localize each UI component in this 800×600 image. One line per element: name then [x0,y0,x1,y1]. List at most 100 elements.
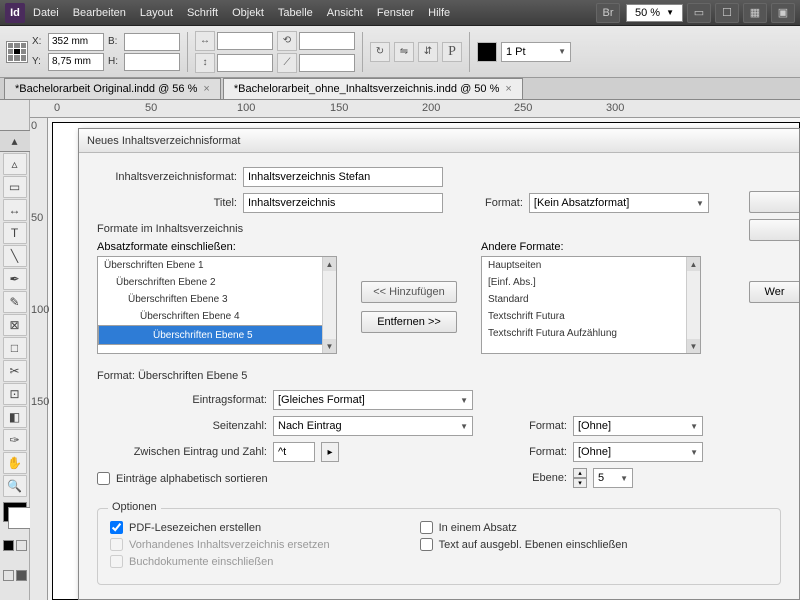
eyedropper-tool[interactable]: ✑ [3,429,27,451]
tab-bachelorarbeit-original[interactable]: *Bachelorarbeit Original.indd @ 56 % × [4,78,221,99]
include-formats-list[interactable]: Überschriften Ebene 1 Überschriften Eben… [97,256,337,354]
list-item[interactable]: Überschriften Ebene 4 [98,308,336,325]
type-tool[interactable]: T [3,222,27,244]
scroll-down-icon[interactable]: ▼ [687,339,700,353]
line-tool[interactable]: ╲ [3,245,27,267]
menu-bearbeiten[interactable]: Bearbeiten [73,7,126,19]
p-icon[interactable]: P [442,42,462,62]
workspace-icon[interactable]: ▣ [771,3,795,23]
flip-v-icon[interactable]: ⇵ [418,42,438,62]
view-normal[interactable] [3,570,14,581]
weniger-button[interactable]: Wer [749,281,799,303]
title-format-dropdown[interactable]: [Kein Absatzformat]▼ [529,193,709,213]
menu-hilfe[interactable]: Hilfe [428,7,450,19]
remove-button[interactable]: Entfernen >> [361,311,457,333]
rect-frame-tool[interactable]: ⊠ [3,314,27,336]
tab-bachelorarbeit-ohne[interactable]: *Bachelorarbeit_ohne_Inhaltsverzeichnis.… [223,78,523,99]
zoom-tool[interactable]: 🔍 [3,475,27,497]
tab-label: *Bachelorarbeit Original.indd @ 56 % [15,83,197,95]
opt-label: Buchdokumente einschließen [129,556,273,568]
pencil-tool[interactable]: ✎ [3,291,27,313]
rect-tool[interactable]: □ [3,337,27,359]
list-item[interactable]: Textschrift Futura Aufzählung [482,325,700,342]
page-num-format-dropdown[interactable]: [Ohne]▼ [573,416,703,436]
zoom-dropdown[interactable]: 50 %▼ [626,4,683,22]
ok-button[interactable]: . [749,191,799,213]
scissors-tool[interactable]: ✂ [3,360,27,382]
pdf-bookmarks-checkbox[interactable]: PDF-Lesezeichen erstellen [110,521,330,534]
hand-tool[interactable]: ✋ [3,452,27,474]
list-item[interactable]: Überschriften Ebene 2 [98,274,336,291]
list-item[interactable]: Hauptseiten [482,257,700,274]
list-item[interactable]: Überschriften Ebene 3 [98,291,336,308]
y-input[interactable] [48,53,104,71]
gap-tool[interactable]: ↔ [3,199,27,221]
bridge-button[interactable]: Br [596,3,620,23]
flip-h-icon[interactable]: ⇋ [394,42,414,62]
scroll-down-icon[interactable]: ▼ [323,339,336,353]
screenmode-icon[interactable]: ☐ [715,3,739,23]
direct-selection-tool[interactable]: ▵ [3,153,27,175]
ruler-vertical: 050100150 [30,118,48,600]
menu-schrift[interactable]: Schrift [187,7,218,19]
format-name-input[interactable] [243,167,443,187]
add-button[interactable]: << Hinzufügen [361,281,457,303]
transform-tool[interactable]: ⊡ [3,383,27,405]
width-input[interactable] [124,33,180,51]
menu-fenster[interactable]: Fenster [377,7,414,19]
scroll-up-icon[interactable]: ▲ [687,257,700,271]
cancel-button[interactable]: . [749,219,799,241]
rotate-input[interactable] [299,32,355,50]
scrollbar[interactable]: ▲▼ [686,257,700,353]
list-item[interactable]: [Einf. Abs.] [482,274,700,291]
apply-none[interactable] [16,540,27,551]
scale-x-input[interactable] [217,32,273,50]
between-label: Zwischen Eintrag und Zahl: [97,446,267,458]
page-tool[interactable]: ▭ [3,176,27,198]
arrange-icon[interactable]: ▦ [743,3,767,23]
special-char-button[interactable]: ▸ [321,442,339,462]
menu-ansicht[interactable]: Ansicht [327,7,363,19]
entry-format-label: Eintragsformat: [97,394,267,406]
height-input[interactable] [124,53,180,71]
viewmode-icon[interactable]: ▭ [687,3,711,23]
other-formats-list[interactable]: Hauptseiten [Einf. Abs.] Standard Textsc… [481,256,701,354]
list-item[interactable]: Überschriften Ebene 1 [98,257,336,274]
alpha-sort-checkbox[interactable]: Einträge alphabetisch sortieren [97,472,477,485]
between-input[interactable] [273,442,315,462]
entry-format-dropdown[interactable]: [Gleiches Format]▼ [273,390,473,410]
close-icon[interactable]: × [505,83,511,95]
apply-color[interactable] [3,540,14,551]
alpha-sort-label: Einträge alphabetisch sortieren [116,473,268,485]
pen-tool[interactable]: ✒ [3,268,27,290]
menu-tabelle[interactable]: Tabelle [278,7,313,19]
title-input[interactable] [243,193,443,213]
level-dropdown[interactable]: 5▼ [593,468,633,488]
between-format-dropdown[interactable]: [Ohne]▼ [573,442,703,462]
menu-layout[interactable]: Layout [140,7,173,19]
gradient-tool[interactable]: ◧ [3,406,27,428]
x-input[interactable] [48,33,104,51]
list-item[interactable]: Standard [482,291,700,308]
fill-stroke-swatch[interactable] [3,502,27,522]
fill-swatch[interactable] [477,42,497,62]
scale-y-input[interactable] [217,54,273,72]
hidden-layers-checkbox[interactable]: Text auf ausgebl. Ebenen einschließen [420,538,628,551]
h-label: H: [108,56,122,67]
level-label: Ebene: [519,472,567,484]
list-item[interactable]: Überschriften Ebene 5 [98,325,336,345]
scroll-up-icon[interactable]: ▲ [323,257,336,271]
level-spinner[interactable]: ▴▾ [573,468,587,488]
view-preview[interactable] [16,570,27,581]
stroke-weight[interactable]: 1 Pt▼ [501,42,571,62]
close-icon[interactable]: × [203,83,209,95]
reference-point[interactable] [6,41,28,63]
in-paragraph-checkbox[interactable]: In einem Absatz [420,521,628,534]
scrollbar[interactable]: ▲▼ [322,257,336,353]
page-num-dropdown[interactable]: Nach Eintrag▼ [273,416,473,436]
shear-input[interactable] [299,54,355,72]
rotate-cw-icon[interactable]: ↻ [370,42,390,62]
menu-datei[interactable]: Datei [33,7,59,19]
list-item[interactable]: Textschrift Futura [482,308,700,325]
menu-objekt[interactable]: Objekt [232,7,264,19]
